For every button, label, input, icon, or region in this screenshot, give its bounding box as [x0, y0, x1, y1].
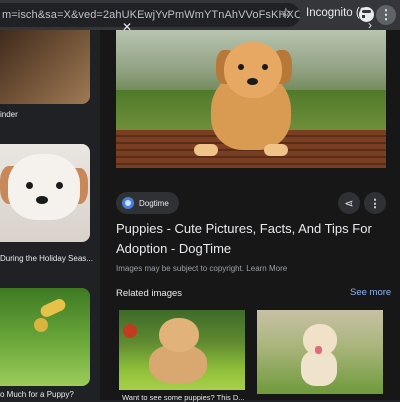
copyright-text: Images may be subject to copyright.: [116, 264, 245, 273]
flower: [123, 324, 137, 338]
browser-menu-icon[interactable]: ⋮: [376, 5, 396, 25]
puppy-nose: [247, 78, 258, 85]
result-caption[interactable]: inder: [0, 110, 18, 119]
address-bar[interactable]: m=isch&sa=X&ved=2ahUKEwjYvPmWmYTnAhVVoFs…: [0, 3, 300, 27]
result-caption[interactable]: During the Holiday Seas...: [0, 254, 93, 263]
puppy-head: [159, 318, 199, 352]
toy: [38, 297, 68, 319]
result-thumbnail[interactable]: [0, 30, 90, 104]
more-options-icon[interactable]: ⋮: [364, 192, 386, 214]
preview-title[interactable]: Puppies - Cute Pictures, Facts, And Tips…: [116, 219, 386, 259]
site-favicon-icon: [122, 197, 134, 209]
puppy-head: [8, 154, 80, 220]
related-images-heading: Related images: [116, 288, 183, 299]
image-results-column: inder During the Holiday Seas... o Much …: [0, 30, 100, 400]
preview-image[interactable]: [116, 30, 386, 168]
puppy-eye: [262, 64, 268, 70]
url-text[interactable]: m=isch&sa=X&ved=2ahUKEwjYvPmWmYTnAhVVoFs…: [0, 9, 300, 21]
browser-toolbar: m=isch&sa=X&ved=2ahUKEwjYvPmWmYTnAhVVoFs…: [0, 0, 400, 30]
puppy-eye: [56, 182, 63, 189]
result-caption[interactable]: o Much for a Puppy?: [0, 390, 74, 399]
result-thumbnail[interactable]: [0, 288, 90, 386]
see-more-link[interactable]: See more: [350, 287, 391, 298]
source-chip[interactable]: Dogtime: [116, 192, 179, 214]
puppy-paw: [264, 144, 288, 156]
puppy-eye: [238, 64, 244, 70]
learn-more-link[interactable]: Learn More: [246, 264, 287, 273]
related-image-caption[interactable]: Want to see some puppies? This D...: [122, 393, 245, 402]
puppy-nose: [36, 196, 48, 204]
puppy-tongue: [315, 346, 322, 354]
result-thumbnail[interactable]: [0, 144, 90, 242]
puppy-eye: [26, 182, 33, 189]
copyright-notice: Images may be subject to copyright. Lear…: [116, 264, 287, 273]
puppy-head: [224, 42, 282, 98]
bookmark-star-icon[interactable]: ☆: [280, 6, 292, 19]
toy-ball: [34, 318, 48, 332]
related-image[interactable]: [257, 310, 383, 394]
share-icon[interactable]: ⋖: [338, 192, 360, 214]
source-name: Dogtime: [139, 198, 169, 208]
related-image[interactable]: [119, 310, 245, 390]
puppy-paw: [194, 144, 218, 156]
